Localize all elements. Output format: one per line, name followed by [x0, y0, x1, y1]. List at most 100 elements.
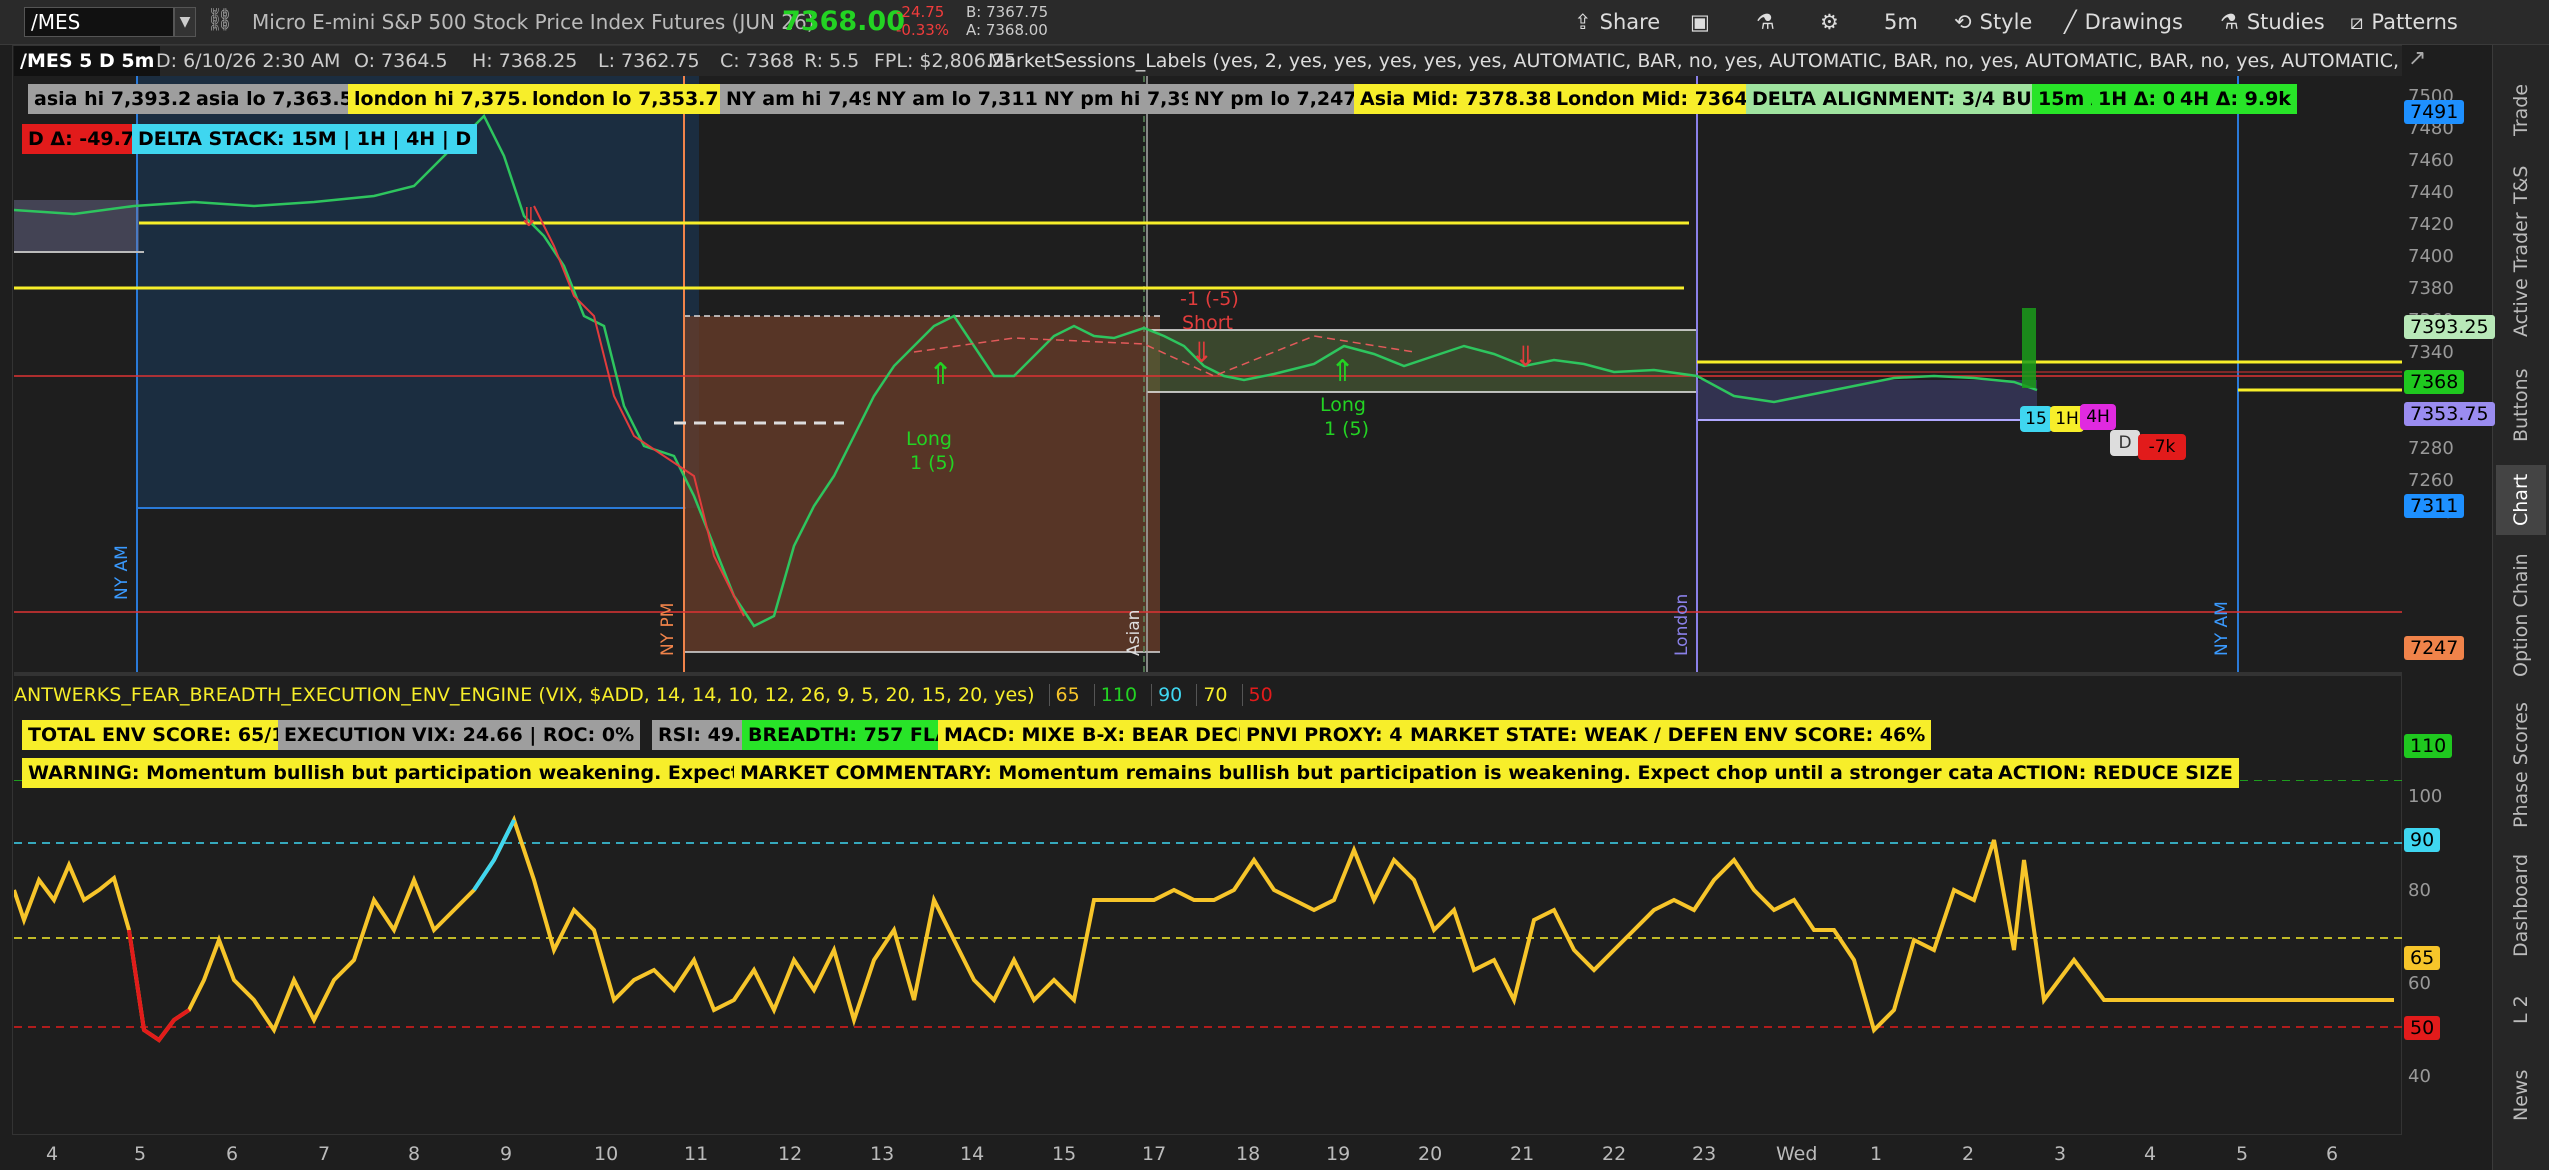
london-session-box — [1697, 380, 2037, 420]
mini-tag-d: D — [2110, 430, 2140, 456]
ny-pm-session-box — [684, 316, 1160, 652]
price-tick: 7380 — [2408, 278, 2454, 299]
indicator-tick: 80 — [2408, 880, 2431, 901]
settings-button[interactable]: ⚙ — [1820, 6, 1839, 38]
session-name-ny-am-2: NY AM — [2212, 601, 2232, 656]
indicator-title[interactable]: ANTWERKS_FEAR_BREADTH_EXECUTION_ENV_ENGI… — [14, 684, 1034, 706]
app-window: /MES ▼ ⛓ Micro E-mini S&P 500 Stock Pric… — [0, 0, 2549, 1170]
trade-label-long-2: Long — [1320, 394, 1366, 416]
indicator-param-65: 65 — [1048, 684, 1080, 706]
session-label: london lo 7,353.75 — [526, 84, 738, 114]
price-tick: 7400 — [2408, 246, 2454, 267]
bid-price: B: 7367.75 — [966, 3, 1049, 21]
ask-price: A: 7368.00 — [966, 21, 1048, 39]
patterns-button[interactable]: ⧄ Patterns — [2350, 6, 2458, 38]
indicator-tick: 40 — [2408, 1066, 2431, 1087]
studies-button[interactable]: ⚗ Studies — [2220, 6, 2325, 38]
bar-low: L: 7362.75 — [598, 50, 700, 72]
mini-tag-4h: 4H — [2080, 404, 2116, 430]
drawing-tool-icon[interactable]: ↗ — [2408, 46, 2426, 71]
price-tag: 7247 — [2404, 636, 2465, 660]
side-tab-buttons[interactable]: Buttons — [2496, 355, 2546, 455]
side-tab-active-trader[interactable]: Active Trader — [2496, 205, 2546, 345]
time-tick: 8 — [408, 1143, 421, 1165]
price-tag: 7353.75 — [2404, 402, 2495, 426]
time-tick: 19 — [1326, 1143, 1351, 1165]
indicator-tick: 60 — [2408, 973, 2431, 994]
drawings-button[interactable]: ╱ Drawings — [2064, 6, 2183, 38]
share-button[interactable]: ⇪ Share — [1574, 6, 1660, 38]
symbol-description: Micro E-mini S&P 500 Stock Price Index F… — [252, 10, 815, 34]
trade-label-short: Short — [1182, 312, 1233, 334]
delta-label: DELTA STACK: 15M | 1H | 4H | D — [132, 124, 478, 154]
link-icon[interactable]: ⛓ — [206, 8, 234, 33]
symbol-input[interactable]: /MES — [24, 7, 174, 37]
price-tick: 7420 — [2408, 214, 2454, 235]
share-label: Share — [1599, 10, 1661, 34]
indicator-param-90: 90 — [1151, 684, 1183, 706]
flask-button[interactable]: ⚗ — [1756, 6, 1775, 38]
time-tick: 2 — [1962, 1143, 1975, 1165]
time-tick: 5 — [134, 1143, 147, 1165]
indicator-commentary-label: WARNING: Momentum bullish but participat… — [22, 758, 812, 788]
session-label: NY am hi 7,491 — [720, 84, 895, 114]
trade-label-long-2-qty: 1 (5) — [1324, 418, 1370, 440]
side-tab-chart[interactable]: Chart — [2496, 465, 2546, 535]
chart-symbol-tf[interactable]: /MES 5 D 5m — [14, 46, 161, 76]
indicator-status-label: MACD: MIXED — [938, 720, 1097, 750]
bar-high: H: 7368.25 — [472, 50, 578, 72]
time-tick: 4 — [2144, 1143, 2157, 1165]
time-tick: 15 — [1052, 1143, 1077, 1165]
indicator-header: ANTWERKS_FEAR_BREADTH_EXECUTION_ENV_ENGI… — [14, 680, 1273, 710]
side-tab-option-chain[interactable]: Option Chain — [2496, 545, 2546, 685]
studies-label: Studies — [2246, 10, 2325, 34]
bar-close: C: 7368 — [720, 50, 795, 72]
svg-text:⇓: ⇓ — [518, 203, 540, 233]
net-change: -24.75 — [896, 3, 945, 21]
indicator-tick: 100 — [2408, 786, 2443, 807]
time-tick: 7 — [318, 1143, 331, 1165]
session-name-ny-am: NY AM — [112, 545, 132, 600]
style-icon: ⟲ — [1954, 10, 1972, 34]
indicator-status-label: TOTAL ENV SCORE: 65/140 — [22, 720, 317, 750]
indicator-chart[interactable] — [14, 780, 2402, 1135]
time-tick: 5 — [2236, 1143, 2249, 1165]
study-title[interactable]: MarketSessions_Labels (yes, 2, yes, yes,… — [988, 46, 2402, 76]
svg-text:⇑: ⇑ — [1330, 354, 1355, 389]
time-tick: 12 — [778, 1143, 803, 1165]
snapshot-button[interactable]: ▣ — [1690, 6, 1710, 38]
indicator-commentary-label: ACTION: REDUCE SIZE — [1992, 758, 2239, 788]
trade-label-long-1: Long — [906, 428, 952, 450]
timeframe-button[interactable]: 5m — [1884, 6, 1918, 38]
indicator-level-tag: 50 — [2404, 1016, 2441, 1040]
price-tick: 7440 — [2408, 182, 2454, 203]
time-tick: 21 — [1510, 1143, 1535, 1165]
indicator-status-label: VIX: 24.66 | ROC: 0% — [406, 720, 641, 750]
pencil-icon: ╱ — [2064, 10, 2077, 34]
style-button[interactable]: ⟲ Style — [1954, 6, 2032, 38]
price-chart[interactable]: ⇑ ⇑ ⇓ ⇓ ⇓ — [14, 76, 2402, 672]
bar-range: R: 5.5 — [804, 50, 860, 72]
panel-divider[interactable] — [14, 672, 2402, 676]
share-icon: ⇪ — [1574, 10, 1592, 34]
side-tab-l-2[interactable]: L 2 — [2496, 975, 2546, 1045]
price-tag: 7393.25 — [2404, 315, 2495, 339]
indicator-status-label: ENV SCORE: 46% — [1738, 720, 1932, 750]
svg-text:⇓: ⇓ — [1190, 336, 1213, 369]
drawings-label: Drawings — [2084, 10, 2183, 34]
chart-header: /MES 5 D 5m D: 6/10/26 2:30 AM O: 7364.5… — [14, 46, 2402, 76]
price-tick: 7260 — [2408, 470, 2454, 491]
session-label: asia hi 7,393.25 — [28, 84, 211, 114]
time-tick: 1 — [1870, 1143, 1883, 1165]
side-tab-phase-scores[interactable]: Phase Scores — [2496, 695, 2546, 835]
time-tick: 4 — [46, 1143, 59, 1165]
session-label: asia lo 7,363.5 — [190, 84, 359, 114]
mini-tag-1h: 1H — [2050, 406, 2084, 432]
indicator-level-tag: 110 — [2404, 734, 2453, 758]
camera-icon: ▣ — [1690, 10, 1710, 34]
indicator-status-label: BREADTH: 757 FLAT — [742, 720, 968, 750]
mini-tag-15: 15 — [2020, 406, 2052, 432]
side-tab-news[interactable]: News — [2496, 1055, 2546, 1135]
side-tab-dashboard[interactable]: Dashboard — [2496, 845, 2546, 965]
symbol-dropdown-icon[interactable]: ▼ — [174, 7, 196, 37]
